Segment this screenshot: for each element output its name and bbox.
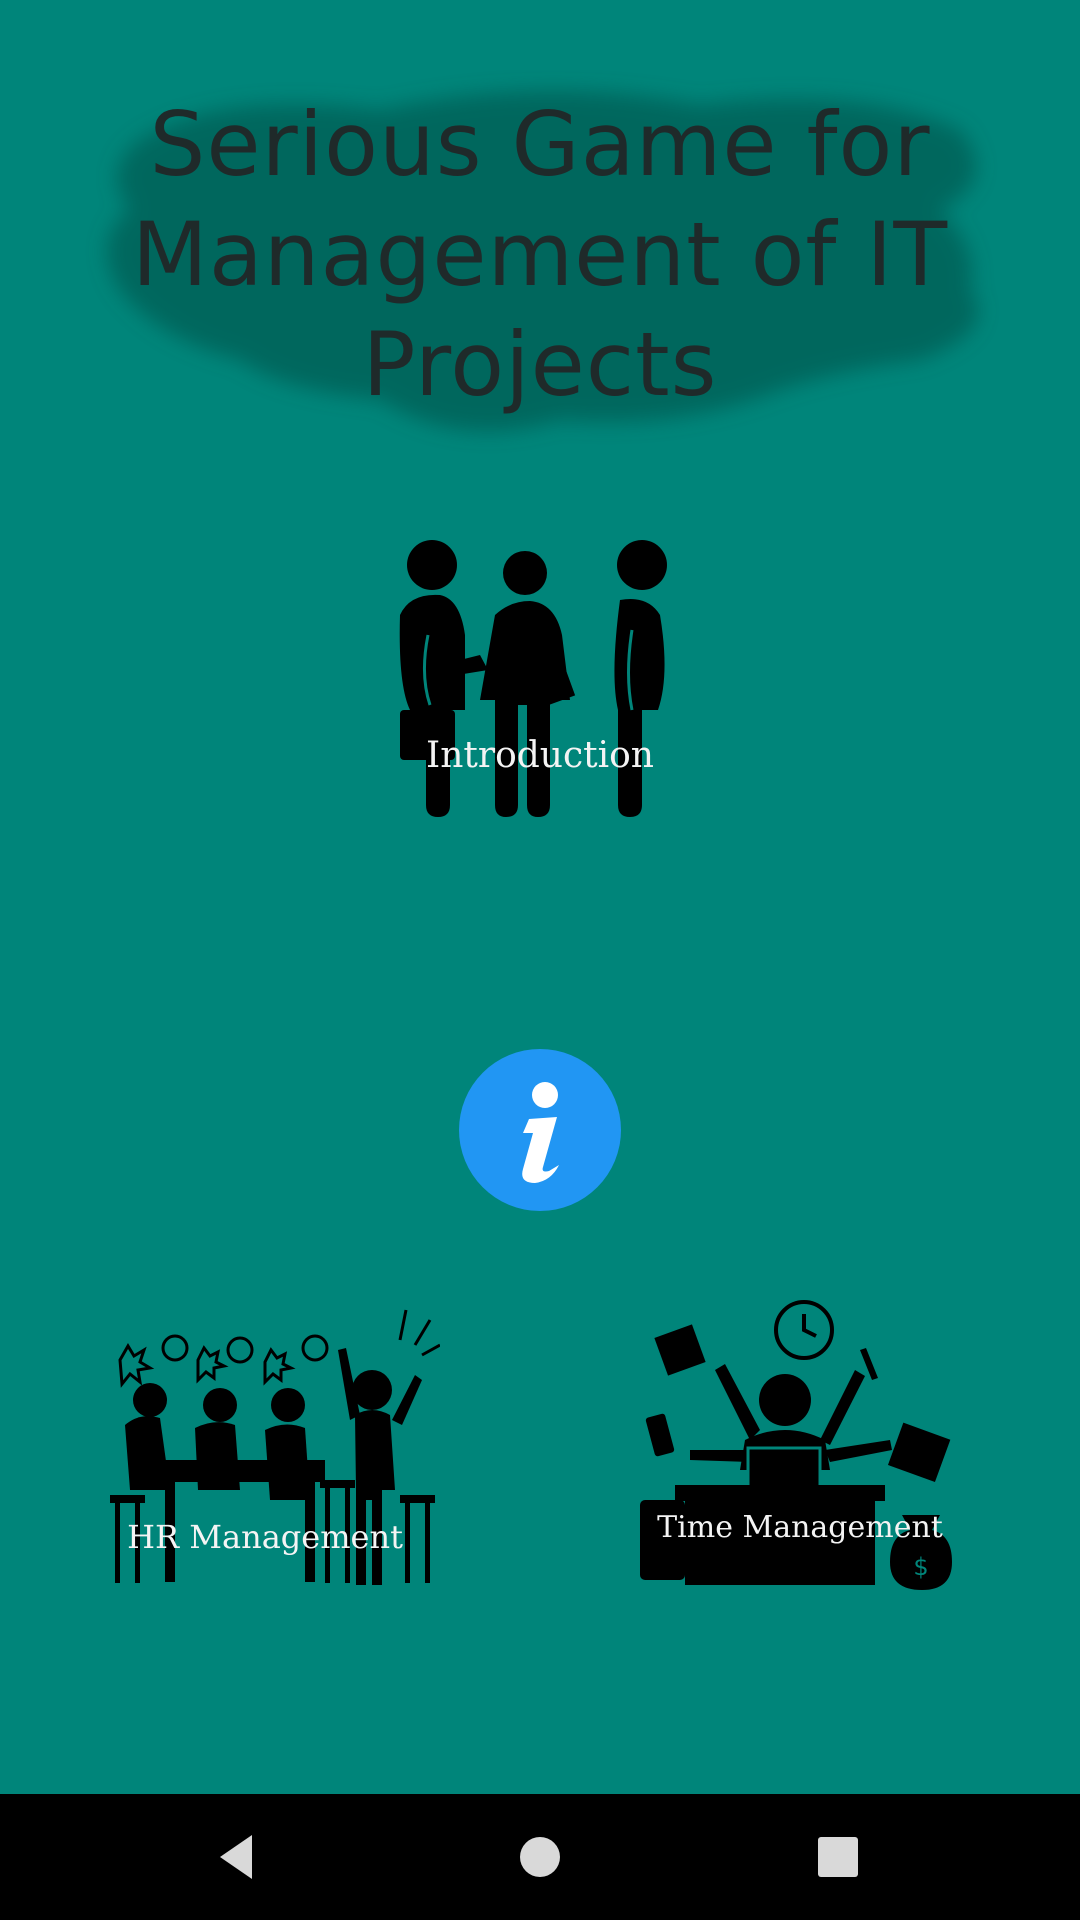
introduction-button[interactable]: Introduction [370,535,710,820]
home-circle-icon [520,1837,560,1877]
info-icon [522,1082,559,1183]
back-triangle-icon [220,1835,252,1879]
back-button[interactable] [208,1827,268,1887]
home-button[interactable] [510,1827,570,1887]
recents-square-icon [818,1837,858,1877]
introduction-label: Introduction [426,735,654,776]
dollar-sign-icon: $ [913,1553,928,1581]
recents-button[interactable] [808,1827,868,1887]
hr-management-button[interactable]: HR Management [110,1300,440,1595]
title-banner: Serious Game for Management of IT Projec… [80,70,1000,470]
info-button[interactable] [459,1049,621,1211]
system-navigation-bar [0,1794,1080,1920]
team-meeting-illustration [399,540,667,817]
main-menu-screen: Serious Game for Management of IT Projec… [0,0,1080,1920]
time-management-label: Time Management [657,1510,943,1545]
time-management-button[interactable]: $ Time Management [640,1300,970,1595]
time-management-illustration: $ [640,1300,952,1590]
hr-management-label: HR Management [127,1518,403,1556]
app-title: Serious Game for Management of IT Projec… [131,93,949,416]
